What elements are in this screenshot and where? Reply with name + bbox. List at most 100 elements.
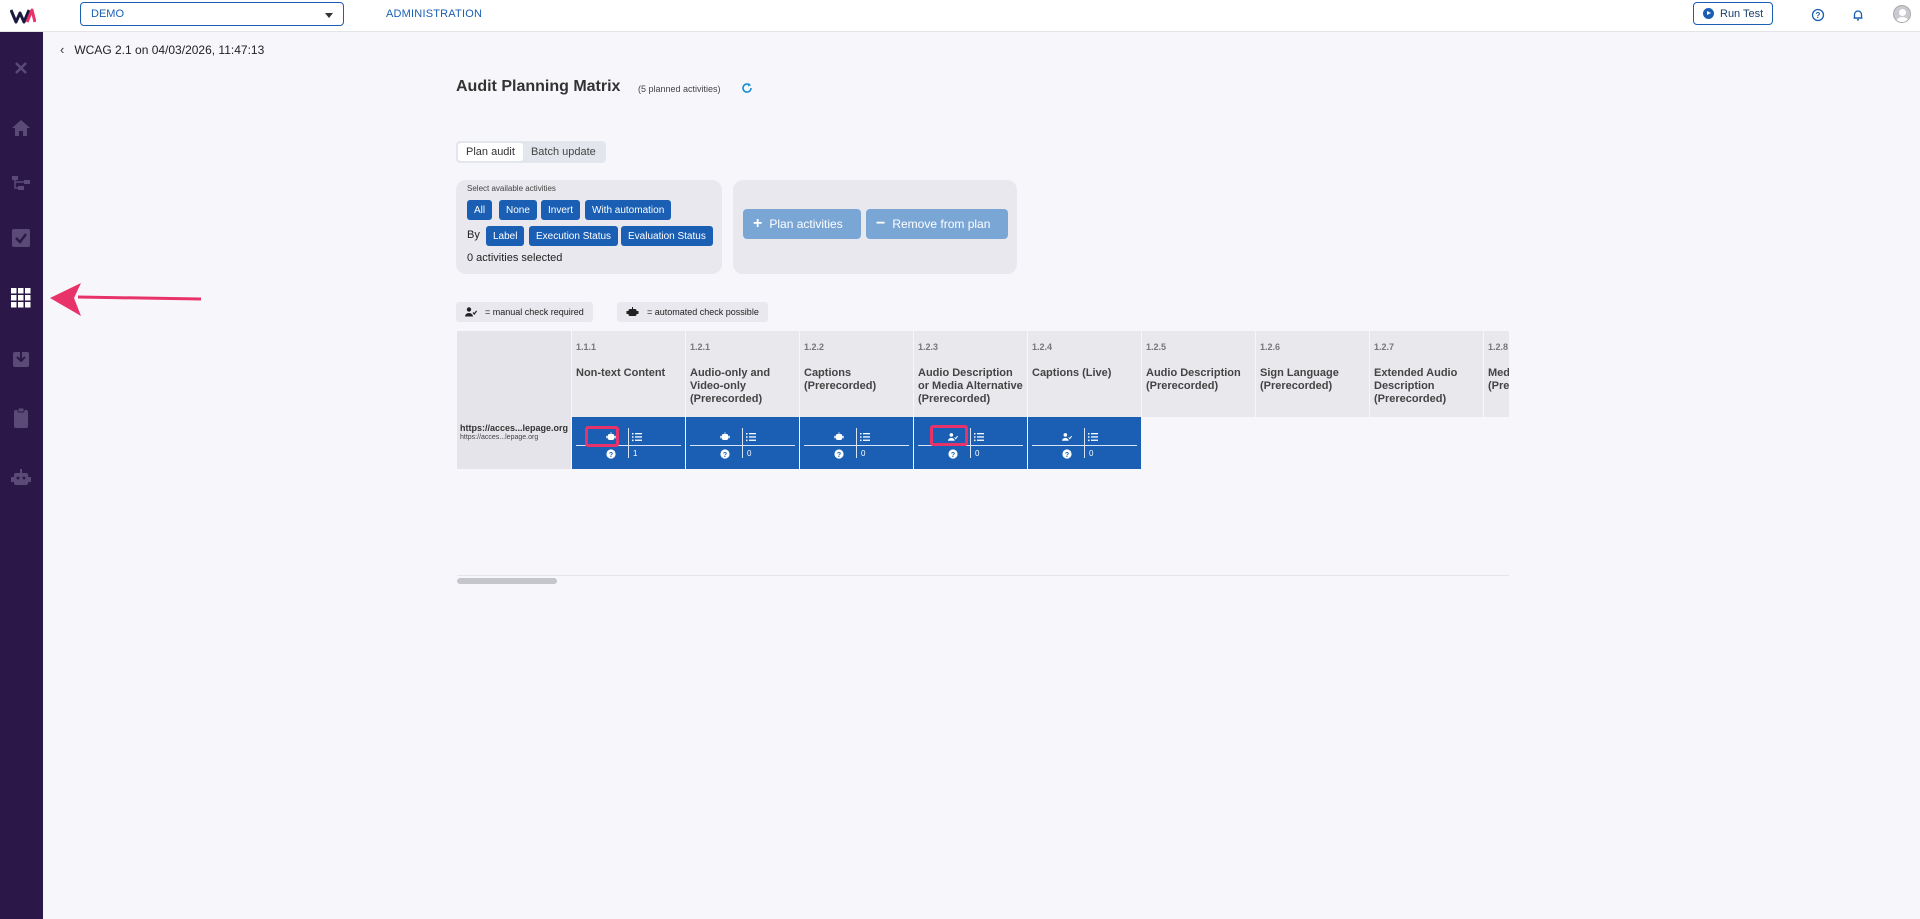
select-none-button[interactable]: None xyxy=(499,200,537,220)
matrix-cell[interactable]: ? 0 xyxy=(686,417,799,469)
list-icon xyxy=(1088,433,1098,442)
cell-count: 0 xyxy=(975,449,980,458)
clipboard-icon[interactable] xyxy=(10,407,32,429)
administration-link[interactable]: ADMINISTRATION xyxy=(386,8,482,20)
cell-divider xyxy=(856,428,857,458)
matrix-cell[interactable]: ? 0 xyxy=(1028,417,1141,469)
remove-from-plan-button[interactable]: − Remove from plan xyxy=(866,209,1008,239)
project-select-value: DEMO xyxy=(91,8,124,20)
column-header[interactable]: 1.2.7 Extended Audio Description (Prerec… xyxy=(1370,331,1483,417)
row-url-sub: https://acces...lepage.org xyxy=(460,434,539,441)
app-logo-icon[interactable] xyxy=(10,7,36,25)
planned-count: (5 planned activities) xyxy=(638,84,721,94)
bell-icon[interactable] xyxy=(1851,8,1865,22)
list-icon xyxy=(632,433,642,442)
avatar[interactable] xyxy=(1893,5,1911,23)
audit-title: WCAG 2.1 on 04/03/2026, 11:47:13 xyxy=(74,42,265,57)
criterion-number: 1.2.8 xyxy=(1488,342,1509,352)
list-icon xyxy=(860,433,870,442)
column-header[interactable]: 1.2.3 Audio Description or Media Alterna… xyxy=(914,331,1027,417)
cell-divider xyxy=(1084,428,1085,458)
cell-count: 0 xyxy=(1089,449,1094,458)
tab-batch-update[interactable]: Batch update xyxy=(523,143,604,161)
remove-from-plan-label: Remove from plan xyxy=(892,217,991,231)
close-icon[interactable] xyxy=(10,57,32,79)
legend-manual: = manual check required xyxy=(456,302,593,322)
by-label: By xyxy=(467,229,480,241)
horizontal-scroll-track xyxy=(457,575,1509,576)
column-header[interactable]: 1.2.5 Audio Description (Prerecorded) xyxy=(1142,331,1255,417)
with-automation-button[interactable]: With automation xyxy=(585,200,672,220)
list-icon xyxy=(974,433,984,442)
grid-icon[interactable] xyxy=(10,287,32,309)
criterion-number: 1.1.1 xyxy=(576,342,597,352)
svg-text:?: ? xyxy=(609,452,613,459)
select-all-button[interactable]: All xyxy=(467,200,493,220)
row-url[interactable]: https://acces...lepage.org https://acces… xyxy=(460,423,571,441)
question-icon: ? xyxy=(948,449,958,459)
cell-count: 0 xyxy=(747,449,752,458)
refresh-icon[interactable] xyxy=(741,82,753,94)
cell-count: 0 xyxy=(861,449,866,458)
highlight-box xyxy=(585,426,619,447)
criterion-name: Audio-only and Video-only (Prerecorded) xyxy=(690,367,771,405)
criterion-number: 1.2.4 xyxy=(1032,342,1053,352)
minus-icon: − xyxy=(876,215,886,232)
row-header-column xyxy=(457,331,571,469)
play-icon xyxy=(1703,8,1714,19)
matrix-cell[interactable]: ? 0 xyxy=(800,417,913,469)
criterion-number: 1.2.6 xyxy=(1260,342,1281,352)
project-select[interactable]: DEMO xyxy=(80,2,344,26)
criterion-number: 1.2.2 xyxy=(804,342,825,352)
by-evaluation-status-button[interactable]: Evaluation Status xyxy=(621,226,713,246)
cell-count: 1 xyxy=(633,449,638,458)
back-arrow-icon[interactable]: ‹ xyxy=(60,42,64,57)
manual-check-icon xyxy=(1062,433,1072,441)
robot-icon xyxy=(626,307,639,316)
column-header[interactable]: 1.2.6 Sign Language (Prerecorded) xyxy=(1256,331,1369,417)
sitemap-icon[interactable] xyxy=(10,172,32,194)
home-icon[interactable] xyxy=(10,117,32,139)
breadcrumb: ‹ WCAG 2.1 on 04/03/2026, 11:47:13 xyxy=(60,42,264,57)
question-icon: ? xyxy=(720,449,730,459)
column-header[interactable]: 1.2.8 Media Alternative (Prerecorded) xyxy=(1484,331,1509,417)
by-label-button[interactable]: Label xyxy=(486,226,525,246)
cell-divider xyxy=(970,428,971,458)
select-activities-panel: Select available activities All None Inv… xyxy=(456,180,722,274)
column-header[interactable]: 1.2.1 Audio-only and Video-only (Prereco… xyxy=(686,331,799,417)
svg-text:?: ? xyxy=(837,452,841,459)
plus-icon: + xyxy=(753,215,763,232)
cell-divider xyxy=(742,428,743,458)
import-icon[interactable] xyxy=(10,347,32,369)
legend-automated: = automated check possible xyxy=(617,302,768,322)
criterion-number: 1.2.5 xyxy=(1146,342,1167,352)
criterion-name: Captions (Live) xyxy=(1032,367,1112,379)
criterion-number: 1.2.1 xyxy=(690,342,711,352)
plan-activities-button[interactable]: + Plan activities xyxy=(743,209,861,239)
robot-icon xyxy=(834,432,844,440)
robot-icon[interactable] xyxy=(10,467,32,489)
horizontal-scrollbar[interactable] xyxy=(457,578,557,584)
annotation-arrow-icon xyxy=(50,283,202,316)
by-execution-status-button[interactable]: Execution Status xyxy=(529,226,619,246)
row-url-main: https://acces...lepage.org xyxy=(460,423,569,433)
column-header[interactable]: 1.2.4 Captions (Live) xyxy=(1028,331,1141,417)
criterion-name: Audio Description (Prerecorded) xyxy=(1146,367,1241,392)
robot-icon xyxy=(720,432,730,440)
criterion-number: 1.2.7 xyxy=(1374,342,1395,352)
svg-text:?: ? xyxy=(951,452,955,459)
audit-matrix: https://acces...lepage.org https://acces… xyxy=(457,331,1509,469)
legend-automated-label: = automated check possible xyxy=(647,307,759,317)
svg-text:?: ? xyxy=(1065,452,1069,459)
invert-button[interactable]: Invert xyxy=(541,200,581,220)
question-icon: ? xyxy=(834,449,844,459)
tab-plan-audit[interactable]: Plan audit xyxy=(458,143,523,161)
help-icon[interactable]: ? xyxy=(1811,8,1825,22)
checkbox-icon[interactable] xyxy=(10,227,32,249)
criterion-name: Extended Audio Description (Prerecorded) xyxy=(1374,367,1458,405)
manual-check-icon xyxy=(465,307,477,317)
column-header[interactable]: 1.1.1 Non-text Content xyxy=(572,331,685,417)
question-icon: ? xyxy=(1062,449,1072,459)
column-header[interactable]: 1.2.2 Captions (Prerecorded) xyxy=(800,331,913,417)
run-test-button[interactable]: Run Test xyxy=(1693,2,1773,25)
